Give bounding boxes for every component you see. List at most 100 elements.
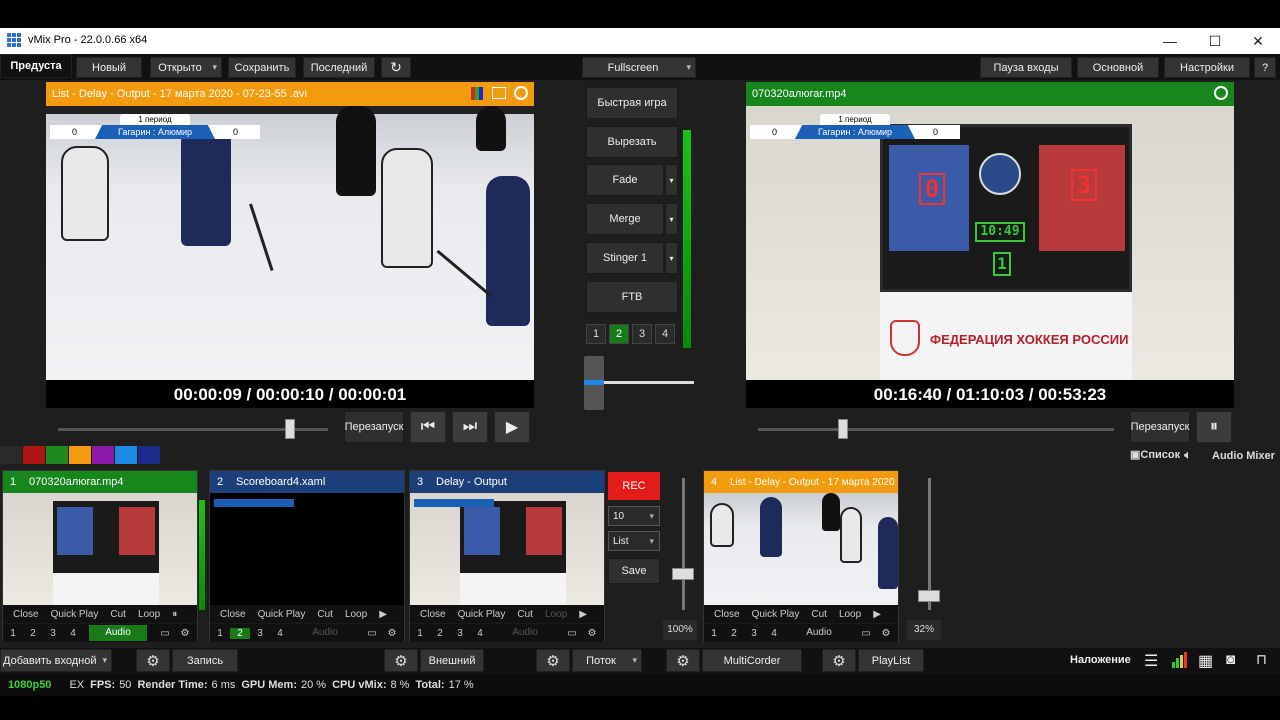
overlay-button[interactable]: Наложение (1070, 654, 1131, 666)
menu-icon[interactable]: ☰ (1144, 651, 1158, 671)
input-3-cut[interactable]: Cut (511, 609, 539, 620)
help-button[interactable]: ? (1254, 57, 1276, 78)
quick-play-button[interactable]: Быстрая игра (586, 87, 678, 119)
audio-levels-icon[interactable] (1172, 652, 1188, 668)
replay-mode-select[interactable]: List (608, 531, 660, 551)
monitor-icon[interactable]: ▭ (155, 628, 175, 639)
colour-swatch-green[interactable] (46, 446, 68, 464)
refresh-icon[interactable]: ↻ (381, 57, 411, 78)
multicorder-button[interactable]: MultiCorder (702, 649, 802, 672)
colour-swatch-none[interactable] (0, 446, 22, 464)
input-1[interactable]: 1 070320алюгаг.mp4 Close Quick Play Cut Loop… (2, 470, 198, 642)
pause-icon[interactable]: ⏸ (1196, 411, 1232, 443)
input-4-loop[interactable]: Loop (833, 609, 867, 620)
rec-button[interactable]: REC (608, 472, 660, 500)
input-4-audio-button[interactable]: Audio (790, 625, 848, 641)
replay-seconds-select[interactable]: 10 (608, 506, 660, 526)
gear-icon[interactable] (1214, 86, 1228, 100)
input-1-audio-button[interactable]: Audio (89, 625, 147, 641)
volume-1-handle[interactable] (672, 568, 694, 580)
settings-button[interactable]: Настройки (1164, 57, 1250, 78)
gear-icon[interactable]: ⚙ (666, 649, 700, 672)
input-3-overlay-1[interactable]: 1 (410, 628, 430, 639)
gear-icon[interactable]: ⚙ (822, 649, 856, 672)
merge-dropdown-icon[interactable]: ▾ (665, 203, 678, 235)
transition-2-button[interactable]: 2 (609, 324, 629, 344)
input-2-audio-button[interactable]: Audio (296, 625, 354, 641)
frame-icon[interactable] (492, 87, 506, 99)
play-icon[interactable]: ▶ (373, 609, 393, 620)
colour-swatch-orange[interactable] (69, 446, 91, 464)
input-2-overlay-4[interactable]: 4 (270, 628, 290, 639)
fullscreen-button[interactable]: Fullscreen (582, 57, 696, 78)
input-3-close[interactable]: Close (414, 609, 452, 620)
input-4-quick-play[interactable]: Quick Play (746, 609, 806, 620)
input-3-loop[interactable]: Loop (539, 609, 573, 620)
ftb-button[interactable]: FTB (586, 281, 678, 313)
colour-swatch-red[interactable] (23, 446, 45, 464)
gear-icon[interactable]: ⚙ (136, 649, 170, 672)
gear-icon[interactable]: ⚙ (382, 628, 402, 639)
camera-icon[interactable]: ◙ (1226, 651, 1235, 668)
input-1-loop[interactable]: Loop (132, 609, 166, 620)
stinger-button[interactable]: Stinger 1 (586, 242, 664, 274)
input-1-quick-play[interactable]: Quick Play (45, 609, 105, 620)
gear-icon[interactable] (514, 86, 528, 100)
t-bar-handle[interactable] (584, 356, 604, 410)
grid-icon[interactable]: ▦ (1198, 651, 1213, 671)
record-button[interactable]: Запись (172, 649, 238, 672)
input-3-audio-button[interactable]: Audio (496, 625, 554, 641)
input-4-overlay-3[interactable]: 3 (744, 628, 764, 639)
input-2-close[interactable]: Close (214, 609, 252, 620)
next-icon[interactable]: ⏭ (452, 411, 488, 443)
input-2-quick-play[interactable]: Quick Play (252, 609, 312, 620)
maximize-button[interactable]: ☐ (1195, 32, 1235, 50)
output-restart-button[interactable]: Перезапуск (1130, 411, 1190, 443)
monitor-icon[interactable]: ▭ (362, 628, 382, 639)
monitor-icon[interactable]: ▭ (562, 628, 582, 639)
merge-button[interactable]: Merge (586, 203, 664, 235)
colour-icon[interactable] (471, 87, 483, 100)
gear-icon[interactable]: ⚙ (384, 649, 418, 672)
input-3-overlay-3[interactable]: 3 (450, 628, 470, 639)
gear-icon[interactable]: ⚙ (582, 628, 602, 639)
transition-3-button[interactable]: 3 (632, 324, 652, 344)
input-4-overlay-2[interactable]: 2 (724, 628, 744, 639)
input-2-cut[interactable]: Cut (311, 609, 339, 620)
replay-save-button[interactable]: Save (608, 558, 660, 584)
add-input-button[interactable]: Добавить входной (0, 649, 112, 672)
new-button[interactable]: Новый (76, 57, 142, 78)
previous-icon[interactable]: ⏮ (410, 411, 446, 443)
input-4-close[interactable]: Close (708, 609, 746, 620)
speaker-icon[interactable]: 🔈︎ (1184, 447, 1192, 463)
lock-icon[interactable]: ⊓ (1256, 651, 1267, 668)
colour-swatch-purple[interactable] (92, 446, 114, 464)
input-3[interactable]: 3 Delay - Output Close Quick Play Cut Loop ▶ … (409, 470, 605, 642)
play-icon[interactable]: ▶ (573, 609, 593, 620)
output-seek-handle[interactable] (838, 419, 848, 439)
preview-video[interactable]: 1 период 0 0 Гагарин : Алюмир (46, 106, 534, 380)
input-4-overlay-1[interactable]: 1 (704, 628, 724, 639)
last-button[interactable]: Последний (303, 57, 375, 78)
gear-icon[interactable]: ⚙ (876, 628, 896, 639)
output-video[interactable]: 0 3 10:49 1 ФЕДЕРАЦИЯ ХОККЕЯ РОССИИ 1 пе… (746, 106, 1234, 380)
fade-button[interactable]: Fade (586, 164, 664, 196)
input-1-cut[interactable]: Cut (104, 609, 132, 620)
transition-4-button[interactable]: 4 (655, 324, 675, 344)
open-button[interactable]: Открыто (150, 57, 222, 78)
preview-restart-button[interactable]: Перезапуск (344, 411, 404, 443)
stream-button[interactable]: Поток (572, 649, 642, 672)
input-2-overlay-2[interactable]: 2 (230, 627, 250, 639)
input-1-overlay-2[interactable]: 2 (23, 628, 43, 639)
playlist-button[interactable]: PlayList (858, 649, 924, 672)
save-button[interactable]: Сохранить (228, 57, 296, 78)
external-button[interactable]: Внешний (420, 649, 484, 672)
input-2-loop[interactable]: Loop (339, 609, 373, 620)
audio-mixer-button[interactable]: Audio Mixer (1212, 450, 1275, 462)
input-1-overlay-4[interactable]: 4 (63, 628, 83, 639)
input-4-overlay-4[interactable]: 4 (764, 628, 784, 639)
play-icon[interactable]: ▶ (494, 411, 530, 443)
input-1-close[interactable]: Close (7, 609, 45, 620)
input-1-overlay-3[interactable]: 3 (43, 628, 63, 639)
minimize-button[interactable]: — (1150, 32, 1190, 50)
